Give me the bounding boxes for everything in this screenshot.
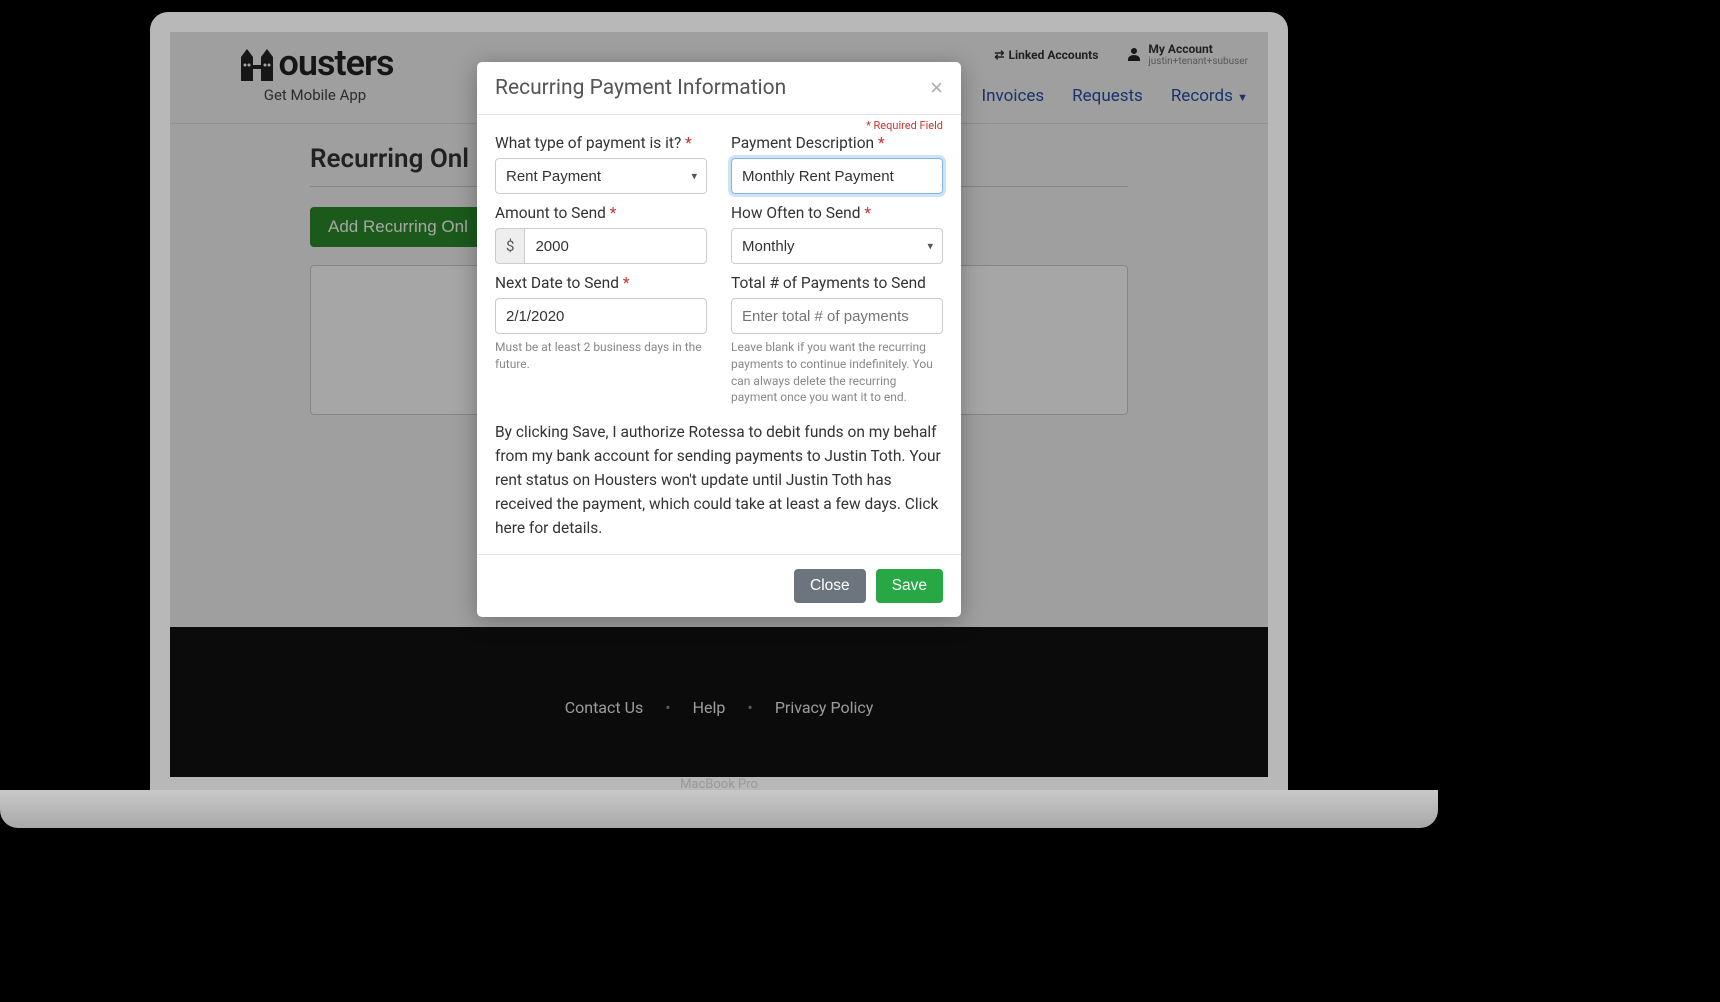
recurring-payment-modal: Recurring Payment Information × * Requir… (477, 62, 961, 617)
modal-body: * Required Field What type of payment is… (477, 115, 961, 554)
swap-icon: ⇄ (994, 48, 1004, 62)
modal-footer: Close Save (477, 554, 961, 617)
frequency-field: How Often to Send * Monthly (731, 204, 943, 264)
logo-block: ousters Get Mobile App (190, 42, 440, 104)
footer-privacy-link[interactable]: Privacy Policy (775, 698, 874, 717)
description-input[interactable] (731, 158, 943, 194)
amount-input[interactable] (524, 228, 707, 264)
description-field: Payment Description * (731, 134, 943, 194)
amount-field: Amount to Send * $ (495, 204, 707, 264)
next-date-field: Next Date to Send * Must be at least 2 b… (495, 274, 707, 406)
payment-type-select[interactable]: Rent Payment (495, 158, 707, 194)
total-payments-label: Total # of Payments to Send (731, 274, 943, 292)
nav-requests[interactable]: Requests (1072, 86, 1143, 106)
modal-close-button[interactable]: × (930, 77, 943, 99)
brand-logo[interactable]: ousters (237, 42, 394, 84)
app-footer: Contact Us • Help • Privacy Policy (170, 627, 1268, 777)
brand-text: ousters (279, 42, 394, 84)
footer-contact-link[interactable]: Contact Us (565, 698, 644, 717)
frequency-label: How Often to Send * (731, 204, 943, 222)
footer-help-link[interactable]: Help (693, 698, 726, 717)
total-payments-field: Total # of Payments to Send Leave blank … (731, 274, 943, 406)
user-icon (1126, 46, 1142, 65)
total-payments-help: Leave blank if you want the recurring pa… (731, 339, 943, 406)
next-date-input[interactable] (495, 298, 707, 334)
description-label: Payment Description * (731, 134, 943, 152)
save-button[interactable]: Save (876, 569, 943, 603)
authorization-disclaimer: By clicking Save, I authorize Rotessa to… (495, 420, 943, 540)
payment-type-field: What type of payment is it? * Rent Payme… (495, 134, 707, 194)
nav-records-label: Records (1171, 86, 1233, 106)
amount-label: Amount to Send * (495, 204, 707, 222)
chevron-down-icon: ▼ (1237, 91, 1248, 104)
main-nav: Rent Invoices Requests Records ▼ (919, 86, 1248, 106)
footer-dot: • (747, 698, 752, 717)
my-account-title: My Account (1148, 42, 1248, 56)
frequency-select[interactable]: Monthly (731, 228, 943, 264)
logo-icon (237, 43, 277, 83)
total-payments-input[interactable] (731, 298, 943, 334)
laptop-frame: ousters Get Mobile App ⇄ Linked Accounts (150, 12, 1288, 802)
laptop-base (0, 790, 1438, 828)
footer-dot: • (665, 698, 670, 717)
close-button[interactable]: Close (794, 569, 866, 603)
nav-invoices[interactable]: Invoices (982, 86, 1045, 106)
get-mobile-link[interactable]: Get Mobile App (264, 86, 366, 104)
modal-header: Recurring Payment Information × (477, 62, 961, 115)
next-date-label: Next Date to Send * (495, 274, 707, 292)
my-account-menu[interactable]: My Account justin+tenant+subuser (1126, 42, 1248, 68)
add-recurring-button[interactable]: Add Recurring Onl (310, 207, 486, 247)
modal-title: Recurring Payment Information (495, 76, 786, 100)
linked-accounts-label: Linked Accounts (1008, 48, 1098, 62)
currency-addon: $ (495, 228, 524, 264)
next-date-help: Must be at least 2 business days in the … (495, 339, 707, 373)
my-account-subtitle: justin+tenant+subuser (1148, 56, 1248, 68)
nav-records[interactable]: Records ▼ (1171, 86, 1248, 106)
linked-accounts-link[interactable]: ⇄ Linked Accounts (994, 48, 1098, 62)
required-field-note: * Required Field (495, 119, 943, 132)
laptop-screen: ousters Get Mobile App ⇄ Linked Accounts (170, 32, 1268, 777)
payment-type-label: What type of payment is it? * (495, 134, 707, 152)
